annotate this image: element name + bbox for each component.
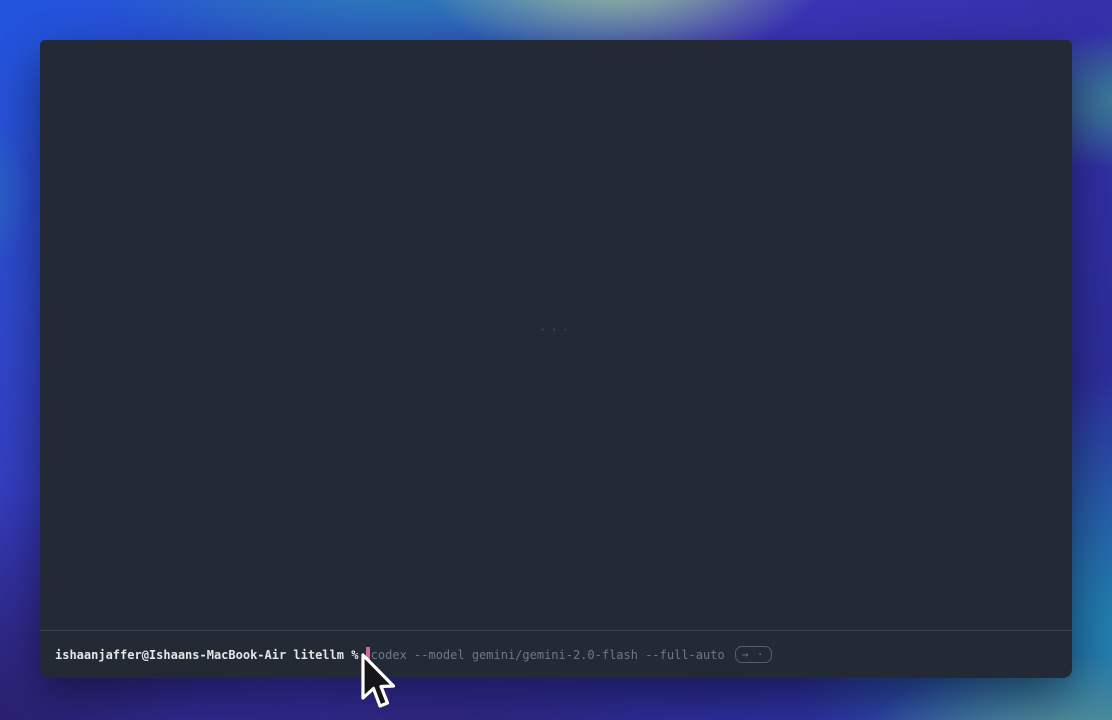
terminal-window[interactable]: ··· ishaanjaffer@Ishaans-MacBook-Air lit… <box>40 40 1072 678</box>
command-input-line[interactable]: ishaanjaffer@Ishaans-MacBook-Air litellm… <box>40 631 1072 678</box>
accept-suggestion-hint-badge: → · <box>735 646 772 663</box>
terminal-output-area: ··· <box>40 40 1072 630</box>
desktop-wallpaper: ··· ishaanjaffer@Ishaans-MacBook-Air lit… <box>0 0 1112 720</box>
shell-prompt: ishaanjaffer@Ishaans-MacBook-Air litellm… <box>55 648 366 662</box>
autosuggestion-text: codex --model gemini/gemini-2.0-flash --… <box>371 648 725 662</box>
text-cursor <box>366 647 370 662</box>
loading-dots: ··· <box>539 323 573 337</box>
